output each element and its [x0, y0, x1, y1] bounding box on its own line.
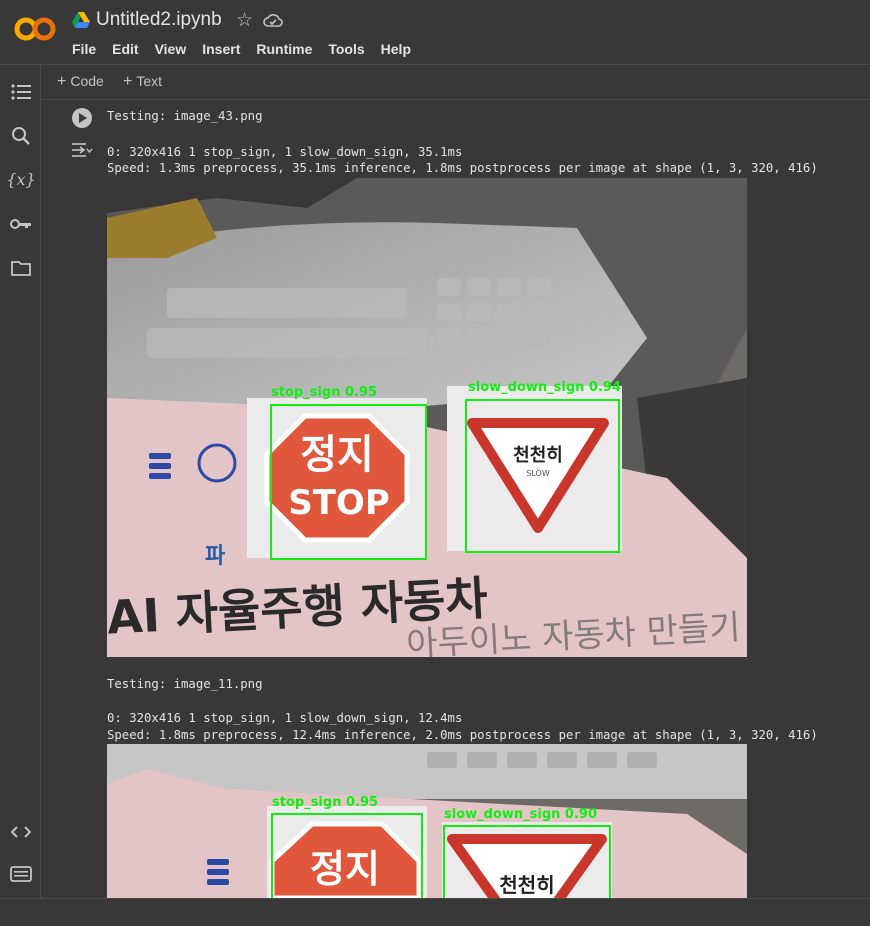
variables-icon[interactable]: {x} — [6, 168, 35, 190]
cloud-sync-icon[interactable] — [263, 12, 283, 28]
table-of-contents-icon[interactable] — [10, 81, 32, 103]
run-cell-button[interactable] — [72, 108, 92, 128]
menu-help[interactable]: Help — [381, 41, 411, 57]
colab-logo[interactable] — [14, 12, 56, 46]
detection-label-stop-2: stop_sign 0.95 — [272, 795, 378, 810]
secrets-key-icon[interactable] — [10, 213, 32, 235]
slow-sign-english: SLOW — [526, 469, 550, 478]
terminal-icon[interactable] — [10, 863, 32, 885]
notebook-title[interactable]: Untitled2.ipynb — [96, 9, 222, 31]
notebook-toolbar: + Code + Text — [41, 65, 870, 100]
plus-icon: + — [57, 73, 67, 90]
left-sidebar: {x} — [0, 65, 41, 898]
output-result-line-2: 0: 320x416 1 stop_sign, 1 slow_down_sign… — [107, 711, 463, 725]
menu-edit[interactable]: Edit — [112, 41, 138, 57]
book-prefix-text: 파 — [205, 544, 226, 569]
folder-icon[interactable] — [10, 257, 32, 279]
output-speed-line-2: Speed: 1.8ms preprocess, 12.4ms inferenc… — [107, 728, 818, 742]
detection-label-slow: slow_down_sign 0.94 — [468, 380, 621, 395]
output-result-line: 0: 320x416 1 stop_sign, 1 slow_down_sign… — [107, 145, 463, 159]
output-options-icon[interactable] — [70, 140, 94, 160]
menu-insert[interactable]: Insert — [202, 41, 240, 57]
menu-view[interactable]: View — [155, 41, 187, 57]
plus-icon: + — [123, 73, 133, 90]
menu-bar: File Edit View Insert Runtime Tools Help — [72, 41, 411, 57]
stop-sign-korean: 정지 — [300, 432, 374, 478]
menu-tools[interactable]: Tools — [328, 41, 364, 57]
menu-file[interactable]: File — [72, 41, 96, 57]
code-snippets-icon[interactable] — [10, 821, 32, 843]
detection-label-stop: stop_sign 0.95 — [271, 385, 377, 400]
top-bar: Untitled2.ipynb ☆ File Edit View Insert … — [0, 0, 870, 64]
add-code-button[interactable]: + Code — [57, 73, 104, 91]
output-speed-line: Speed: 1.3ms preprocess, 35.1ms inferenc… — [107, 161, 818, 175]
slow-sign-korean-2: 천천히 — [499, 873, 554, 897]
star-icon[interactable]: ☆ — [236, 9, 253, 32]
status-bar — [0, 898, 870, 926]
output-testing-line-2: Testing: image_11.png — [107, 677, 263, 691]
detection-image-2: 정지 천천히 stop_sign 0.95 slow_down_sign 0.9… — [107, 744, 747, 898]
stop-sign-english: STOP — [288, 483, 390, 523]
add-code-label: Code — [70, 73, 104, 89]
menu-runtime[interactable]: Runtime — [256, 41, 312, 57]
add-text-label: Text — [136, 73, 163, 89]
stop-sign-korean-2: 정지 — [310, 847, 380, 891]
slow-sign-korean: 천천히 — [513, 445, 563, 466]
detection-label-slow-2: slow_down_sign 0.90 — [444, 807, 597, 822]
add-text-button[interactable]: + Text — [123, 73, 162, 91]
output-testing-line: Testing: image_43.png — [107, 109, 263, 123]
search-icon[interactable] — [10, 125, 32, 147]
google-drive-icon[interactable] — [72, 12, 90, 28]
detection-image-1: AI 자율주행 자동차 아두이노 자동차 만들기 파 정지 STOP 천천히 S… — [107, 178, 747, 657]
